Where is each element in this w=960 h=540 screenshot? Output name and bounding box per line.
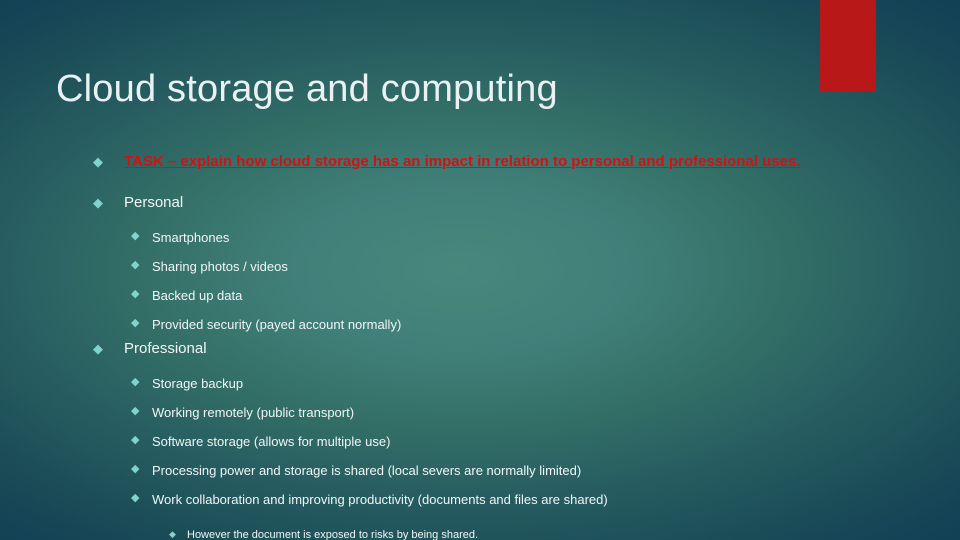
list-item: ◆ Sharing photos / videos xyxy=(0,258,960,281)
list-item-label: Processing power and storage is shared (… xyxy=(152,463,582,478)
section-heading-professional: ◆ Professional xyxy=(0,339,960,369)
diamond-bullet-icon: ◆ xyxy=(131,492,140,504)
diamond-bullet-icon: ◆ xyxy=(131,434,140,446)
diamond-bullet-icon: ◆ xyxy=(131,259,140,271)
diamond-bullet-icon: ◆ xyxy=(93,154,103,169)
task-bullet-label: TASK – explain how cloud storage has an … xyxy=(124,153,801,170)
list-item: ◆ Processing power and storage is shared… xyxy=(0,462,960,485)
section-heading-personal: ◆ Personal xyxy=(0,193,960,223)
list-item-label: Smartphones xyxy=(152,230,230,245)
diamond-bullet-icon: ◆ xyxy=(169,529,176,539)
diamond-bullet-icon: ◆ xyxy=(131,376,140,388)
list-item: ◆ Provided security (payed account norma… xyxy=(0,316,960,339)
diamond-bullet-icon: ◆ xyxy=(93,195,103,210)
page-title: Cloud storage and computing xyxy=(56,68,558,111)
task-bullet: ◆ TASK – explain how cloud storage has a… xyxy=(0,152,960,182)
sub-list-item-label: However the document is exposed to risks… xyxy=(187,529,479,540)
list-item-label: Work collaboration and improving product… xyxy=(152,492,608,507)
list-item: ◆ Work collaboration and improving produ… xyxy=(0,491,960,514)
sub-list-item: ◆ However the document is exposed to ris… xyxy=(0,528,960,540)
slide-body: ◆ TASK – explain how cloud storage has a… xyxy=(0,152,960,540)
section-heading-label: Personal xyxy=(124,194,184,211)
diamond-bullet-icon: ◆ xyxy=(131,317,140,329)
list-item: ◆ Backed up data xyxy=(0,287,960,310)
list-item: ◆ Storage backup xyxy=(0,375,960,398)
list-item-label: Sharing photos / videos xyxy=(152,259,288,274)
list-item-label: Provided security (payed account normall… xyxy=(152,317,402,332)
list-item: ◆ Smartphones xyxy=(0,229,960,252)
list-item: ◆ Working remotely (public transport) xyxy=(0,404,960,427)
diamond-bullet-icon: ◆ xyxy=(131,405,140,417)
presentation-slide: Cloud storage and computing ◆ TASK – exp… xyxy=(0,0,960,540)
section-heading-label: Professional xyxy=(124,340,207,357)
diamond-bullet-icon: ◆ xyxy=(131,230,140,242)
diamond-bullet-icon: ◆ xyxy=(131,288,140,300)
diamond-bullet-icon: ◆ xyxy=(131,463,140,475)
diamond-bullet-icon: ◆ xyxy=(93,341,103,356)
list-item-label: Software storage (allows for multiple us… xyxy=(152,434,391,449)
list-item-label: Backed up data xyxy=(152,288,243,303)
accent-rectangle xyxy=(820,0,876,91)
list-item-label: Storage backup xyxy=(152,376,244,391)
list-item-label: Working remotely (public transport) xyxy=(152,405,355,420)
list-item: ◆ Software storage (allows for multiple … xyxy=(0,433,960,456)
